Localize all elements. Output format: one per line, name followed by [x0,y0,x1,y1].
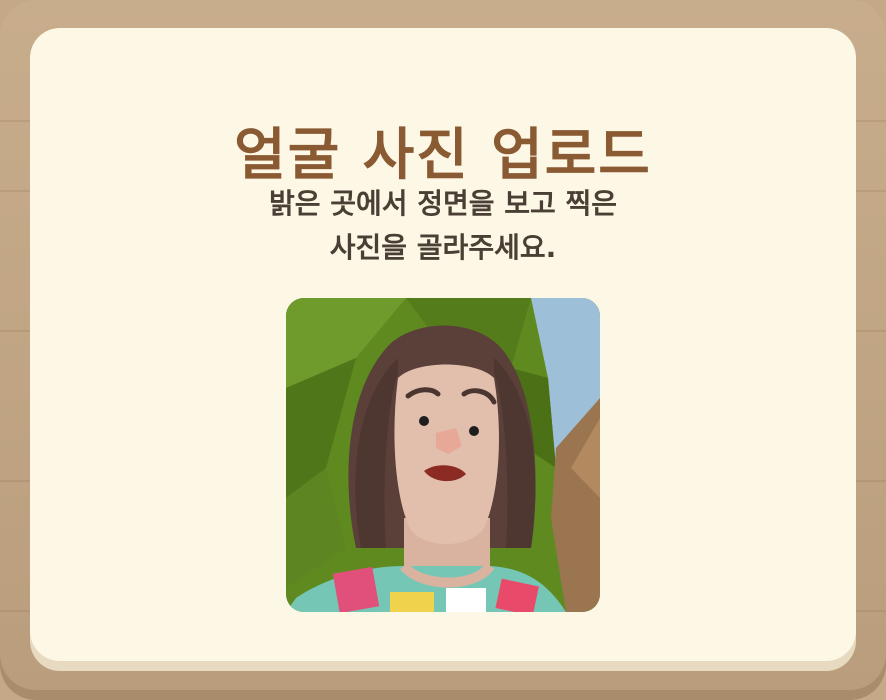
description-line-2: 사진을 골라주세요. [329,231,557,264]
description-line-1: 밝은 곳에서 정면을 보고 찍은 [268,187,618,220]
avatar-face-image [286,298,600,612]
face-photo-preview[interactable] [286,298,600,612]
dialog-description: 밝은 곳에서 정면을 보고 찍은 사진을 골라주세요. [30,182,856,270]
dialog-frame: 얼굴 사진 업로드 밝은 곳에서 정면을 보고 찍은 사진을 골라주세요. [0,0,886,700]
left-eye [419,416,429,426]
dialog-panel: 얼굴 사진 업로드 밝은 곳에서 정면을 보고 찍은 사진을 골라주세요. [30,28,856,661]
right-eye [469,426,479,436]
dialog-title: 얼굴 사진 업로드 [234,123,652,188]
